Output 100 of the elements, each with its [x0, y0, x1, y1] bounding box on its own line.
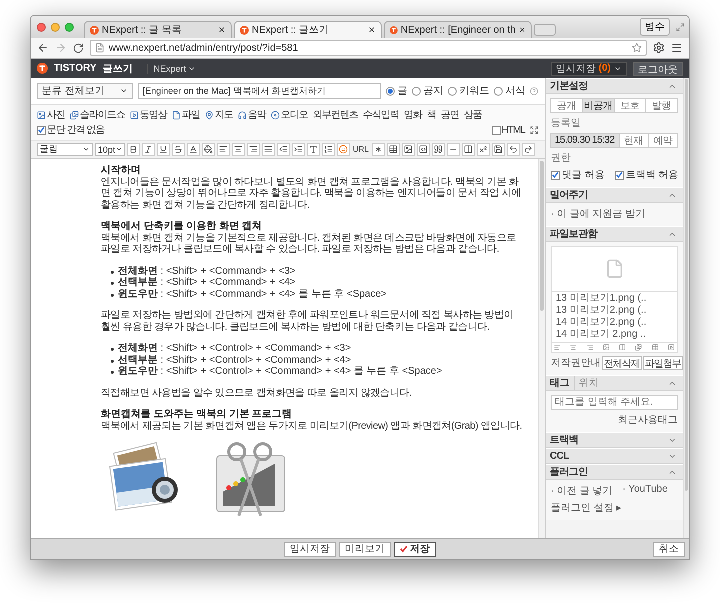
- logout-button[interactable]: 로그아웃: [633, 62, 683, 76]
- reload-icon[interactable]: [73, 42, 84, 54]
- file-item[interactable]: 14 미리보기 2.png ..: [556, 329, 673, 341]
- underline-icon[interactable]: [157, 143, 170, 156]
- font-select[interactable]: 굴림: [37, 143, 93, 156]
- browser-tab[interactable]: NExpert :: 글쓰기: [234, 21, 382, 38]
- align-justify-icon[interactable]: [262, 143, 275, 156]
- insert-tool[interactable]: 영화: [404, 108, 422, 122]
- category-select[interactable]: 분류 전체보기: [37, 83, 133, 99]
- outdent-icon[interactable]: [277, 143, 290, 156]
- insert-tool[interactable]: 동영상: [130, 108, 167, 122]
- file-tool-icon[interactable]: [619, 344, 626, 351]
- size-select[interactable]: 10pt: [95, 143, 125, 156]
- file-tool-icon[interactable]: [652, 344, 659, 351]
- file-item[interactable]: 13 미리보기1.png (..: [556, 293, 673, 305]
- visibility-option[interactable]: 보호: [614, 98, 646, 113]
- line-height-icon[interactable]: [307, 143, 320, 156]
- permission-checkbox[interactable]: 트랙백 허용: [614, 168, 679, 182]
- back-icon[interactable]: [37, 42, 49, 54]
- visibility-option[interactable]: 공개: [550, 98, 583, 113]
- quote-icon[interactable]: [432, 143, 446, 156]
- plugin-link[interactable]: · YouTube: [622, 484, 668, 498]
- footer-button[interactable]: 미리보기: [339, 542, 391, 556]
- panel-header[interactable]: 태그 위치: [546, 375, 683, 391]
- insert-tool[interactable]: 슬라이드쇼: [70, 108, 125, 122]
- date-option[interactable]: 현재: [618, 133, 649, 148]
- close-button[interactable]: [37, 22, 46, 32]
- browser-tab[interactable]: NExpert :: [Engineer on th: [384, 21, 532, 38]
- numbered-list-icon[interactable]: [322, 143, 335, 156]
- scrollbar[interactable]: [683, 78, 689, 538]
- panel-header[interactable]: 밀어주기: [546, 187, 683, 203]
- visibility-option[interactable]: 비공개: [582, 98, 614, 113]
- close-icon[interactable]: [518, 26, 526, 34]
- blog-dropdown[interactable]: NExpert: [146, 64, 202, 74]
- italic-icon[interactable]: [142, 143, 155, 156]
- menu-icon[interactable]: [671, 42, 683, 54]
- attach-file-button[interactable]: 파일첨부: [643, 356, 683, 370]
- html-checkbox[interactable]: HTML: [492, 124, 525, 136]
- insert-tool[interactable]: 파일: [172, 108, 200, 122]
- undo-icon[interactable]: [507, 143, 520, 156]
- drafts-dropdown[interactable]: 임시저장 (0): [550, 62, 627, 76]
- save-icon[interactable]: [492, 143, 506, 156]
- file-tool-icon[interactable]: [635, 344, 642, 351]
- support-link[interactable]: · 이 글에 지원금 받기: [551, 207, 678, 221]
- file-item[interactable]: 13 미리보기2.png (..: [556, 305, 673, 317]
- image-icon[interactable]: [402, 143, 416, 156]
- code-icon[interactable]: [417, 143, 430, 156]
- type-radio[interactable]: 서식: [494, 84, 526, 98]
- insert-tool[interactable]: 지도: [205, 108, 233, 122]
- paragraph-checkbox[interactable]: 문단 간격 없음: [37, 123, 105, 137]
- file-item[interactable]: 14 미리보기2.png (..: [556, 317, 673, 329]
- align-left-icon[interactable]: [217, 143, 230, 156]
- link-button[interactable]: URL: [352, 143, 370, 156]
- delete-all-button[interactable]: 전체삭제: [602, 356, 642, 370]
- tag-field[interactable]: 태그를 입력해 주세요.: [551, 395, 678, 410]
- panel-tab[interactable]: 태그: [550, 376, 574, 390]
- table-icon[interactable]: [387, 143, 400, 156]
- close-icon[interactable]: [218, 26, 226, 34]
- insert-tool[interactable]: 상품: [464, 108, 482, 122]
- plugin-link[interactable]: · 이전 글 넣기: [551, 484, 613, 498]
- panel-header[interactable]: 기본설정: [546, 78, 683, 94]
- align-center-icon[interactable]: [232, 143, 245, 156]
- profile-button[interactable]: 병수: [640, 18, 670, 36]
- star-icon[interactable]: [632, 43, 642, 53]
- file-tool-icon[interactable]: [668, 344, 675, 351]
- insert-tool[interactable]: 사진: [37, 108, 65, 122]
- expand-icon[interactable]: [530, 126, 539, 134]
- plugin-settings-link[interactable]: 플러그인 설정 ▸: [551, 501, 678, 515]
- insert-tool[interactable]: 외부컨텐츠: [313, 108, 358, 122]
- copyright-link[interactable]: 저작권안내: [551, 356, 601, 370]
- insert-tool[interactable]: 책: [427, 108, 436, 122]
- insert-tool[interactable]: 오디오: [271, 108, 308, 122]
- columns-icon[interactable]: [462, 143, 476, 156]
- redo-icon[interactable]: [522, 143, 536, 156]
- scrollbar[interactable]: [538, 159, 545, 538]
- panel-header[interactable]: 트랙백: [546, 432, 683, 448]
- visibility-option[interactable]: 발행: [645, 98, 678, 113]
- bold-icon[interactable]: [127, 143, 140, 156]
- settings-icon[interactable]: [653, 42, 665, 54]
- insert-tool[interactable]: 수식입력: [363, 108, 399, 122]
- superscript-icon[interactable]: [477, 143, 490, 156]
- recent-tags-link[interactable]: 최근사용태그: [618, 415, 678, 426]
- indent-icon[interactable]: [292, 143, 305, 156]
- address-field[interactable]: www.nexpert.net/admin/entry/post/?id=581: [90, 40, 647, 56]
- panel-header[interactable]: 파일보관함: [546, 226, 683, 242]
- type-radio[interactable]: 글: [386, 84, 408, 98]
- align-right-icon[interactable]: [247, 143, 260, 156]
- type-radio[interactable]: 키워드: [448, 84, 490, 98]
- permission-checkbox[interactable]: 댓글 허용: [551, 168, 605, 182]
- browser-tab[interactable]: NExpert :: 글 목록: [84, 21, 232, 38]
- text-color-icon[interactable]: [187, 143, 200, 156]
- type-radio[interactable]: 공지: [412, 84, 444, 98]
- file-tool-icon[interactable]: [602, 344, 610, 351]
- panel-header[interactable]: CCL: [546, 448, 683, 464]
- cancel-button[interactable]: 취소: [653, 542, 685, 556]
- insert-tool[interactable]: 음악: [238, 108, 266, 122]
- date-option[interactable]: 예약: [648, 133, 678, 148]
- zoom-button[interactable]: [65, 22, 74, 32]
- panel-header[interactable]: 플러그인: [546, 464, 683, 480]
- fullscreen-icon[interactable]: [676, 22, 685, 32]
